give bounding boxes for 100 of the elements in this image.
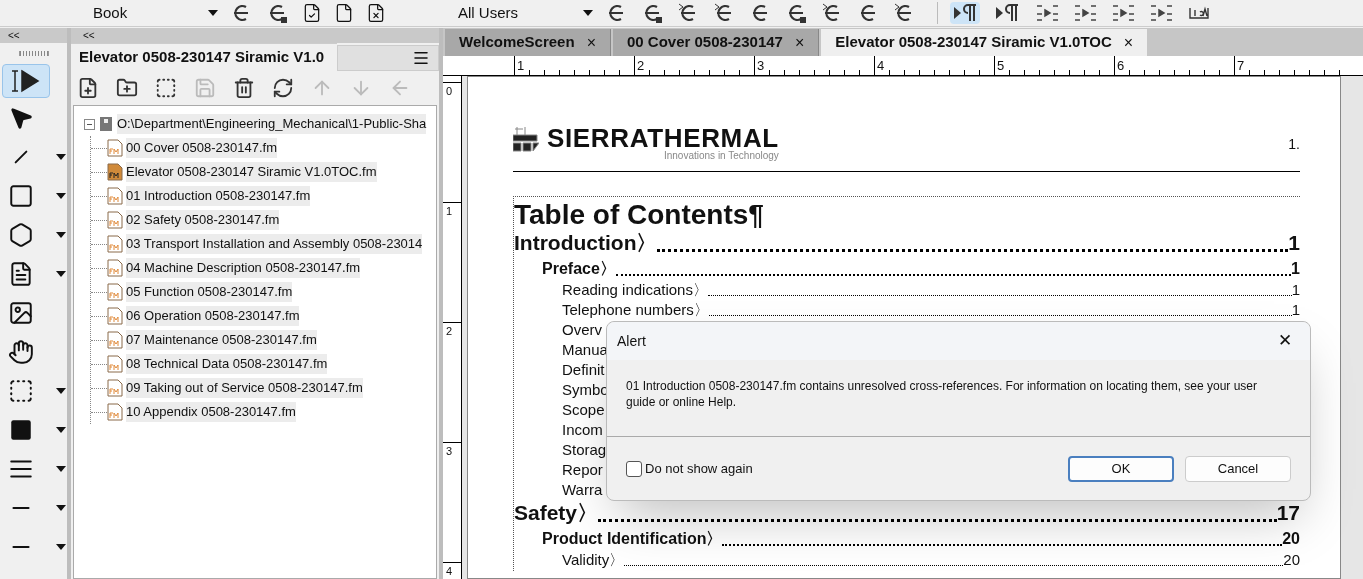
toc-page-number: 20 [1282, 529, 1300, 549]
toc-page-number: 17 [1276, 499, 1300, 526]
ruler-mark: 1 [515, 58, 525, 73]
caret-icon[interactable] [56, 270, 66, 277]
toc-entry: Telephone numbers〉 [562, 299, 709, 320]
numbering-icon[interactable] [1148, 2, 1174, 24]
toc-entry: Product Identification〉 [542, 529, 723, 549]
book-icon [99, 116, 113, 132]
toc-page-number: 1 [1291, 259, 1300, 279]
tree-item[interactable]: Elevator 0508-230147 Siramic V1.0TOC.fm [126, 162, 377, 182]
add-file-icon[interactable] [77, 77, 99, 99]
numbering-icon[interactable] [1110, 2, 1136, 24]
ruler-mark: 6 [1115, 58, 1125, 73]
ruler-mark: 7 [1235, 58, 1245, 73]
users-dropdown[interactable]: All Users [458, 1, 593, 25]
toc-entry: Introduction〉 [514, 229, 658, 256]
tree-item[interactable]: 02 Safety 0508-230147.fm [126, 210, 280, 230]
logo-tagline: Innovations in Technology [663, 151, 779, 161]
toc-entry: Overv [562, 319, 602, 340]
dashed-rectangle-icon[interactable] [8, 377, 34, 404]
collapse-icon[interactable] [84, 118, 95, 130]
hand-icon[interactable] [8, 338, 34, 365]
text-frame-icon[interactable] [8, 260, 34, 287]
tree-item[interactable]: 01 Introduction 0508-230147.fm [126, 186, 311, 206]
add-group-icon[interactable] [155, 77, 177, 99]
rectangle-tool-icon[interactable] [8, 182, 34, 209]
caret-icon[interactable] [208, 10, 218, 16]
close-icon[interactable]: × [794, 30, 805, 55]
toc-entry: Storag [562, 439, 607, 460]
caret-icon[interactable] [56, 504, 66, 511]
select-tool[interactable] [2, 64, 50, 98]
tree-item[interactable]: 07 Maintenance 0508-230147.fm [126, 330, 317, 350]
logo-icon [513, 125, 539, 153]
caret-icon[interactable] [56, 387, 66, 394]
ruler-mark: 4 [875, 58, 885, 73]
numbering-icon[interactable] [1072, 2, 1098, 24]
toc-entry: Definit [562, 359, 605, 380]
tree-item[interactable]: O:\Department\Engineering_Mechanical\1-Public-Sha [117, 114, 427, 134]
page-icon[interactable] [334, 3, 354, 23]
delete-icon[interactable] [233, 77, 255, 99]
tree-item[interactable]: 10 Appendix 0508-230147.fm [126, 402, 296, 422]
caret-icon[interactable] [56, 153, 66, 160]
document-tab[interactable]: WelcomeScreen × [445, 29, 611, 56]
ok-button[interactable]: OK [1068, 455, 1174, 482]
tree-item[interactable]: 04 Machine Description 0508-230147.fm [126, 258, 361, 278]
ruler-mark: 5 [995, 58, 1005, 73]
caret-icon[interactable] [56, 426, 66, 433]
toc-page-number: 1 [1291, 279, 1300, 300]
tree-item[interactable]: 00 Cover 0508-230147.fm [126, 138, 278, 158]
toc-entry: Reading indications〉 [562, 279, 708, 300]
image-icon[interactable] [8, 299, 34, 326]
caret-icon[interactable] [56, 465, 66, 472]
toc-entry: Repor [562, 459, 603, 480]
page-number: 1. [1288, 135, 1300, 154]
toc-page-number: 1 [1291, 299, 1300, 320]
caret-icon[interactable] [56, 231, 66, 238]
close-button[interactable]: ✕ [1270, 328, 1300, 354]
toc-heading: Table of Contents¶ [514, 199, 765, 231]
ruler-mark: 3 [755, 58, 765, 73]
document-tab[interactable]: Elevator 0508-230147 Siramic V1.0TOC × [821, 29, 1148, 56]
toc-entry: Safety〉 [514, 499, 599, 526]
tree-item[interactable]: 06 Operation 0508-230147.fm [126, 306, 300, 326]
toc-entry: Validity〉 [562, 549, 625, 570]
ruler-mark: 1 [445, 205, 453, 217]
logo-text: SIERRATHERMAL [547, 125, 779, 151]
ruler-mark: 2 [445, 325, 453, 337]
tree-item[interactable]: 05 Function 0508-230147.fm [126, 282, 293, 302]
toc-page-number: 20 [1283, 549, 1300, 570]
caret-icon[interactable] [56, 192, 66, 199]
numbering-icon[interactable] [1034, 2, 1060, 24]
ruler-mark: 4 [445, 565, 453, 577]
ruler-mark: 0 [445, 85, 453, 97]
document-icon[interactable] [302, 3, 322, 23]
cancel-button[interactable]: Cancel [1185, 455, 1291, 482]
toc-entry: Manua [562, 339, 608, 360]
caret-icon[interactable] [56, 543, 66, 550]
ruler-mark: 2 [635, 58, 645, 73]
toc-entry: Incom [562, 419, 603, 440]
close-icon[interactable]: × [1123, 30, 1134, 55]
collapse-button[interactable]: << [8, 28, 20, 43]
book-dropdown[interactable]: Book [93, 1, 218, 25]
refresh-icon[interactable] [272, 77, 294, 99]
page-delete-icon[interactable] [366, 3, 386, 23]
do-not-show-checkbox[interactable]: Do not show again [626, 458, 753, 479]
add-folder-icon[interactable] [116, 77, 138, 99]
caret-icon[interactable] [583, 10, 593, 16]
document-tab[interactable]: 00 Cover 0508-230147 × [612, 29, 820, 56]
toc-entry: Preface〉 [542, 259, 616, 279]
alert-message: 01 Introduction 0508-230147.fm contains unresolved cross-references. For information on locating them, see your user guide or online Help. [625, 378, 1258, 411]
collapse-button[interactable]: << [83, 28, 95, 43]
toc-entry: Scope [562, 399, 605, 420]
tree-item[interactable]: 09 Taking out of Service 0508-230147.fm [126, 378, 363, 398]
tree-item[interactable]: 08 Technical Data 0508-230147.fm [126, 354, 328, 374]
paragraph-icon[interactable] [950, 2, 980, 24]
close-icon[interactable]: × [586, 30, 596, 55]
ruler-mark: 3 [445, 445, 453, 457]
menu-icon[interactable] [412, 49, 430, 67]
dialog-title: Alert [617, 331, 646, 351]
tree-item[interactable]: 03 Transport Installation and Assembly 0508-23014 [126, 234, 423, 254]
polygon-tool-icon[interactable] [8, 221, 34, 248]
